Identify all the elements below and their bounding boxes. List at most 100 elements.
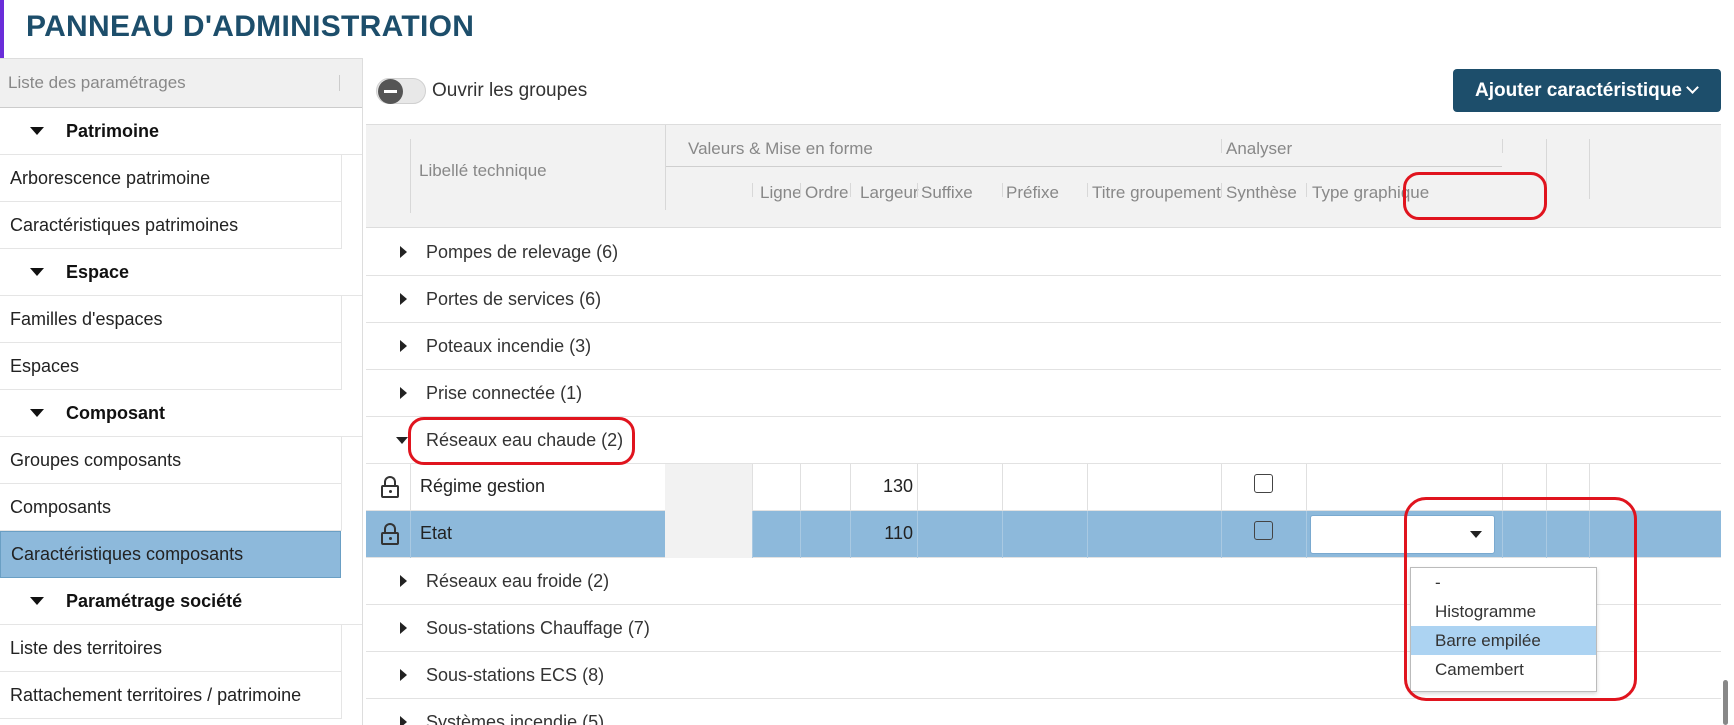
header-divider — [1306, 183, 1307, 197]
group-label: Prise connectée — [426, 383, 556, 403]
header-ligne[interactable]: Ligne — [760, 183, 802, 203]
synthese-checkbox[interactable] — [1254, 474, 1273, 493]
group-count: (6) — [596, 242, 619, 262]
caret-right-icon — [400, 622, 407, 634]
sidebar-item-rattachement-territoires[interactable]: Rattachement territoires / patrimoine — [0, 672, 342, 719]
group-count: (8) — [582, 665, 605, 685]
table-row-etat[interactable]: Etat 110 — [366, 511, 1721, 558]
sidebar-item-liste-territoires[interactable]: Liste des territoires — [0, 625, 342, 672]
caret-right-icon — [400, 575, 407, 587]
chevron-down-icon — [1686, 81, 1699, 94]
option-camembert[interactable]: Camembert — [1411, 655, 1596, 684]
header-type-graphique[interactable]: Type graphique — [1312, 183, 1429, 203]
header-divider — [1002, 183, 1003, 197]
cell-divider — [1589, 511, 1590, 558]
cell-divider — [1221, 464, 1222, 511]
group-label: Réseaux eau froide — [426, 571, 583, 591]
group-count: (6) — [579, 289, 602, 309]
caret-right-icon — [400, 293, 407, 305]
cell-divider — [1002, 464, 1003, 511]
caret-right-icon — [400, 387, 407, 399]
header-titre-groupement[interactable]: Titre groupement — [1092, 183, 1221, 203]
group-row-poteaux-incendie[interactable]: Poteaux incendie (3) — [366, 323, 1721, 370]
group-count: (5) — [582, 712, 605, 725]
cell-divider — [410, 511, 411, 558]
sidebar-item-caracteristiques-composants[interactable]: Caractéristiques composants — [0, 531, 341, 578]
add-characteristic-button[interactable]: Ajouter caractéristique — [1453, 69, 1721, 112]
header-ordre[interactable]: Ordre — [805, 183, 848, 203]
synthese-checkbox[interactable] — [1254, 521, 1273, 540]
group-label: Systèmes incendie — [426, 712, 578, 725]
header-synthese[interactable]: Synthèse — [1226, 183, 1297, 203]
header-prefixe[interactable]: Préfixe — [1006, 183, 1059, 203]
lock-icon[interactable] — [381, 476, 399, 498]
table-header: Libellé technique Valeurs & Mise en form… — [366, 124, 1721, 228]
caret-down-icon — [396, 437, 408, 444]
header-divider — [752, 183, 753, 197]
cell-divider — [752, 511, 753, 558]
group-label: Réseaux eau chaude — [426, 430, 597, 450]
header-suffixe[interactable]: Suffixe — [921, 183, 973, 203]
type-graphique-options: - Histogramme Barre empilée Camembert — [1410, 567, 1597, 692]
add-characteristic-label: Ajouter caractéristique — [1475, 79, 1682, 101]
group-row-label: Poteaux incendie (3) — [426, 336, 591, 357]
cell-divider — [1546, 464, 1547, 511]
header-libelle: Libellé technique — [419, 161, 547, 180]
caret-down-icon — [30, 127, 44, 135]
option-none[interactable]: - — [1411, 568, 1596, 597]
lock-icon[interactable] — [381, 523, 399, 545]
group-label: Poteaux incendie — [426, 336, 565, 356]
group-row-prise-connectee[interactable]: Prise connectée (1) — [366, 370, 1721, 417]
header-divider — [917, 183, 918, 197]
row-label: Régime gestion — [420, 476, 546, 496]
sidebar-item-caracteristiques-patrimoines[interactable]: Caractéristiques patrimoines — [0, 202, 342, 249]
cell-divider — [1502, 464, 1503, 511]
header-divider — [1546, 139, 1547, 199]
cell-divider — [800, 511, 801, 558]
cell-divider — [1502, 511, 1503, 558]
group-row-label: Réseaux eau froide (2) — [426, 571, 609, 592]
group-row-pompes-de-relevage[interactable]: Pompes de relevage (6) — [366, 229, 1721, 276]
cell-divider — [1221, 511, 1222, 558]
sidebar-group-label: Paramétrage société — [66, 590, 243, 611]
sidebar-item-groupes-composants[interactable]: Groupes composants — [0, 437, 342, 484]
group-count: (7) — [627, 618, 650, 638]
sidebar-group-composant[interactable]: Composant — [0, 390, 362, 437]
header-divider — [1502, 139, 1503, 153]
group-row-label: Pompes de relevage (6) — [426, 242, 618, 263]
caret-down-icon — [1470, 531, 1482, 538]
group-row-label: Portes de services (6) — [426, 289, 601, 310]
sidebar-item-composants[interactable]: Composants — [0, 484, 342, 531]
sidebar-item-espaces[interactable]: Espaces — [0, 343, 342, 390]
sidebar-item-arborescence-patrimoine[interactable]: Arborescence patrimoine — [0, 155, 342, 202]
group-row-reseaux-eau-chaude[interactable]: Réseaux eau chaude (2) — [366, 417, 1721, 464]
sidebar-group-espace[interactable]: Espace — [0, 249, 362, 296]
group-row-label: Réseaux eau chaude (2) — [426, 430, 623, 451]
sidebar-group-parametrage-societe[interactable]: Paramétrage société — [0, 578, 362, 625]
header-largeur[interactable]: Largeur — [860, 183, 919, 203]
cell-empty — [665, 464, 752, 511]
sidebar: Liste des paramétrages Patrimoine Arbore… — [0, 58, 363, 725]
cell-largeur[interactable]: 130 — [850, 476, 913, 497]
header-divider — [1221, 139, 1222, 153]
window-accent-bar — [0, 0, 4, 60]
header-divider — [665, 125, 666, 210]
cell-divider — [1087, 511, 1088, 558]
toggle-knob — [378, 79, 403, 104]
caret-down-icon — [30, 409, 44, 417]
option-barre-empilee[interactable]: Barre empilée — [1411, 626, 1596, 655]
group-label: Pompes de relevage — [426, 242, 592, 262]
option-histogramme[interactable]: Histogramme — [1411, 597, 1596, 626]
sidebar-item-familles-espaces[interactable]: Familles d'espaces — [0, 296, 342, 343]
group-row-portes-de-services[interactable]: Portes de services (6) — [366, 276, 1721, 323]
cell-largeur[interactable]: 110 — [850, 523, 913, 544]
caret-down-icon — [30, 268, 44, 276]
group-row-systemes-incendie[interactable]: Systèmes incendie (5) — [366, 699, 1721, 725]
page-title: PANNEAU D'ADMINISTRATION — [26, 10, 475, 43]
sidebar-header-divider — [339, 75, 340, 91]
type-graphique-select[interactable] — [1310, 515, 1495, 554]
open-groups-toggle[interactable] — [376, 78, 426, 104]
scrollbar-thumb[interactable] — [1723, 680, 1728, 725]
sidebar-group-patrimoine[interactable]: Patrimoine — [0, 108, 362, 155]
table-row-regime-gestion[interactable]: Régime gestion 130 — [366, 464, 1721, 511]
